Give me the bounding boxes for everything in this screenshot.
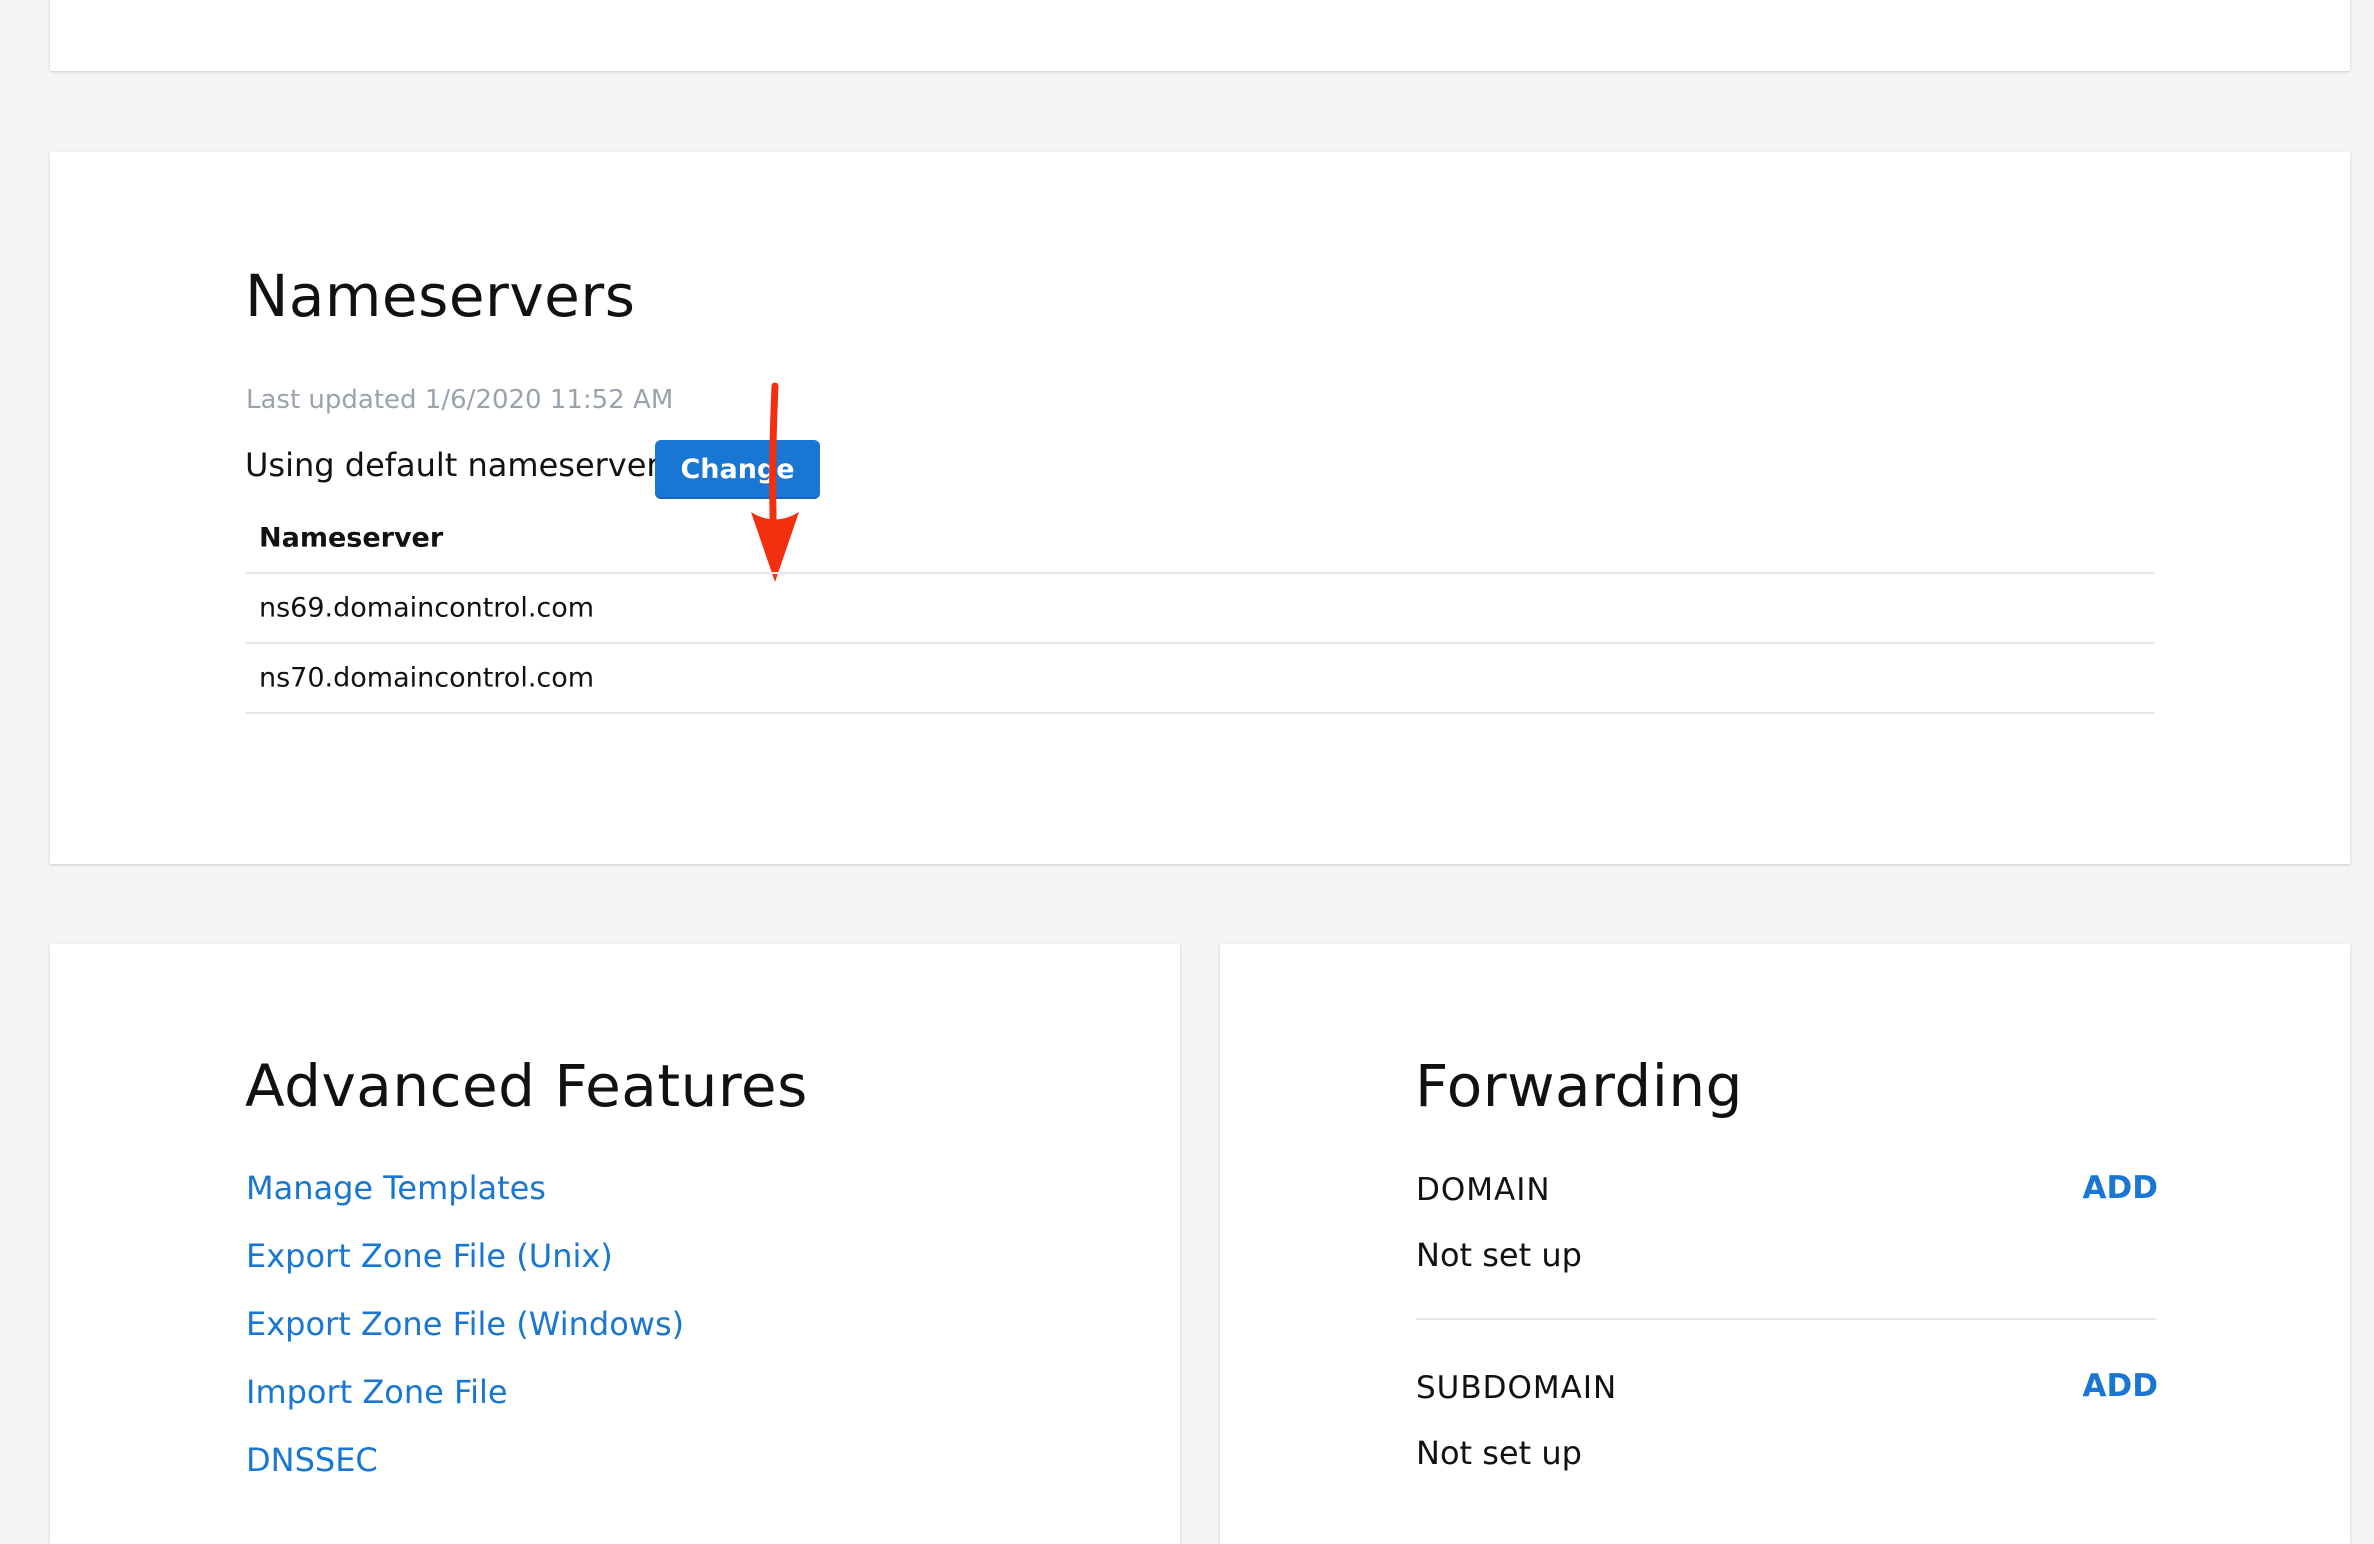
nameserver-status-text: Using default nameservers bbox=[245, 446, 677, 484]
last-updated-text: Last updated 1/6/2020 11:52 AM bbox=[246, 385, 674, 415]
subdomain-forwarding-status: Not set up bbox=[1416, 1434, 1582, 1472]
add-domain-forwarding-button[interactable]: ADD bbox=[2083, 1170, 2158, 1206]
nameserver-value: ns70.domaincontrol.com bbox=[259, 662, 595, 694]
domain-forwarding-status: Not set up bbox=[1416, 1236, 1582, 1274]
export-zone-windows-link[interactable]: Export Zone File (Windows) bbox=[246, 1305, 684, 1343]
forwarding-card: Forwarding DOMAIN ADD Not set up SUBDOMA… bbox=[1220, 944, 2350, 1544]
forwarding-title: Forwarding bbox=[1415, 1052, 1743, 1120]
nameserver-table-header: Nameserver bbox=[245, 504, 2155, 574]
top-card bbox=[50, 0, 2350, 71]
export-zone-unix-link[interactable]: Export Zone File (Unix) bbox=[246, 1237, 613, 1275]
nameserver-value: ns69.domaincontrol.com bbox=[259, 592, 595, 624]
manage-templates-link[interactable]: Manage Templates bbox=[246, 1169, 546, 1207]
dnssec-link[interactable]: DNSSEC bbox=[246, 1441, 378, 1479]
divider bbox=[1416, 1318, 2156, 1320]
nameserver-table: Nameserver ns69.domaincontrol.com ns70.d… bbox=[245, 504, 2155, 714]
table-row: ns70.domaincontrol.com bbox=[245, 644, 2155, 714]
table-row: ns69.domaincontrol.com bbox=[245, 574, 2155, 644]
import-zone-file-link[interactable]: Import Zone File bbox=[246, 1373, 508, 1411]
domain-forwarding-label: DOMAIN bbox=[1416, 1172, 1551, 1208]
add-subdomain-forwarding-button[interactable]: ADD bbox=[2083, 1368, 2158, 1404]
nameservers-card: Nameservers Last updated 1/6/2020 11:52 … bbox=[50, 152, 2350, 864]
nameservers-title: Nameservers bbox=[245, 262, 636, 330]
advanced-features-title: Advanced Features bbox=[245, 1052, 808, 1120]
nameserver-column-header: Nameserver bbox=[259, 522, 444, 554]
advanced-features-card: Advanced Features Manage Templates Expor… bbox=[50, 944, 1180, 1544]
subdomain-forwarding-label: SUBDOMAIN bbox=[1416, 1370, 1618, 1406]
